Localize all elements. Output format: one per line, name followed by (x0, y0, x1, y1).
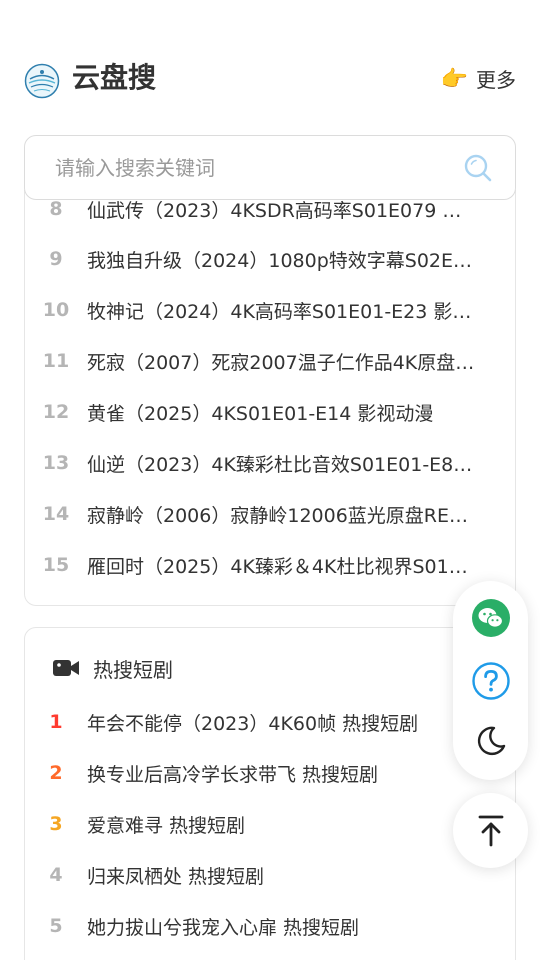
app-title: 云盘搜 (72, 61, 157, 94)
logo-icon (24, 63, 60, 99)
more-link[interactable]: 👉 更多 (441, 64, 516, 96)
list-item-text: 年会不能停（2023）4K60帧 热搜短剧 (87, 712, 419, 735)
short-drama-header: 热搜短剧 (25, 648, 515, 688)
list-item[interactable]: 4 归来凤栖处 热搜短剧 (25, 855, 515, 895)
list-item-text: 牧神记（2024）4K高码率S01E01-E23 影视动漫 (87, 300, 477, 323)
list-item[interactable]: 10 牧神记（2024）4K高码率S01E01-E23 影视动漫 (25, 290, 515, 330)
list-item-rank: 12 (42, 401, 70, 423)
list-item[interactable]: 2 换专业后高冷学长求带飞 热搜短剧 (25, 753, 515, 793)
list-item-rank: 11 (42, 350, 70, 372)
list-item[interactable]: 13 仙逆（2023）4K臻彩杜比音效S01E01-E80 影视动漫 (25, 443, 515, 483)
more-link-label: 更多 (476, 68, 516, 92)
wechat-icon (471, 599, 510, 637)
dark-mode-toggle[interactable] (453, 711, 528, 771)
wechat-button[interactable] (453, 588, 528, 648)
list-item-text: 寂静岭（2006）寂静岭12006蓝光原盘REMUX 影视动漫 (87, 504, 477, 527)
list-item-text: 仙逆（2023）4K臻彩杜比音效S01E01-E80 影视动漫 (87, 453, 477, 476)
search-input[interactable] (55, 136, 435, 199)
back-to-top-button[interactable] (453, 793, 528, 868)
video-camera-icon (53, 660, 79, 676)
list-item-rank: 3 (49, 813, 63, 835)
list-item-text: 黄雀（2025）4KS01E01-E14 影视动漫 (87, 402, 434, 425)
list-item-rank: 15 (42, 554, 70, 576)
pointing-hand-icon: 👉 (440, 67, 468, 92)
list-item-rank: 8 (49, 198, 63, 220)
list-item-text: 我独自升级（2024）1080p特效字幕S02E01-E13 影视动漫 (87, 249, 477, 272)
list-item-rank: 2 (49, 762, 63, 784)
list-item-rank: 5 (49, 915, 63, 937)
app-header: 云盘搜 👉 更多 (0, 0, 540, 130)
list-item-rank: 13 (42, 452, 70, 474)
hot-list-card: 8 仙武传（2023）4KSDR高码率S01E079 … 9 我独自升级（202… (24, 190, 516, 606)
back-to-top-icon (478, 815, 503, 846)
list-item[interactable]: 9 我独自升级（2024）1080p特效字幕S02E01-E13 影视动漫 (25, 239, 515, 279)
list-item-text: 雁回时（2025）4K臻彩＆4K杜比视界S01E01 影视动漫 (87, 555, 477, 578)
short-drama-title: 热搜短剧 (93, 657, 173, 682)
list-item[interactable]: 14 寂静岭（2006）寂静岭12006蓝光原盘REMUX 影视动漫 (25, 494, 515, 534)
search-icon[interactable] (463, 153, 493, 183)
floating-action-group (453, 581, 528, 780)
list-item-rank: 4 (49, 864, 63, 886)
list-item[interactable]: 12 黄雀（2025）4KS01E01-E14 影视动漫 (25, 392, 515, 432)
search-bar (24, 135, 516, 200)
list-item-rank: 1 (49, 711, 63, 733)
list-item-rank: 9 (49, 248, 63, 270)
list-item-text: 死寂（2007）死寂2007温子仁作品4K原盘 影视动漫 (87, 351, 477, 374)
list-item[interactable]: 11 死寂（2007）死寂2007温子仁作品4K原盘 影视动漫 (25, 341, 515, 381)
short-drama-card: 热搜短剧 更多 1 年会不能停（2023）4K60帧 热搜短剧 2 换专业后高冷… (24, 627, 516, 960)
list-item-text: 爱意难寻 热搜短剧 (87, 814, 246, 837)
list-item[interactable]: 3 爱意难寻 热搜短剧 (25, 804, 515, 844)
help-icon (471, 662, 510, 700)
list-item[interactable]: 5 她力拔山兮我宠入心扉 热搜短剧 (25, 906, 515, 946)
list-item-rank: 10 (42, 299, 70, 321)
moon-icon (477, 726, 505, 756)
list-item-text: 归来凤栖处 热搜短剧 (87, 865, 265, 888)
list-item-text: 她力拔山兮我宠入心扉 热搜短剧 (87, 916, 360, 939)
list-item[interactable]: 15 雁回时（2025）4K臻彩＆4K杜比视界S01E01 影视动漫 (25, 545, 515, 585)
help-button[interactable] (453, 651, 528, 711)
list-item-text: 换专业后高冷学长求带飞 热搜短剧 (87, 763, 379, 786)
list-item-rank: 14 (42, 503, 70, 525)
list-item[interactable]: 1 年会不能停（2023）4K60帧 热搜短剧 (25, 702, 515, 742)
